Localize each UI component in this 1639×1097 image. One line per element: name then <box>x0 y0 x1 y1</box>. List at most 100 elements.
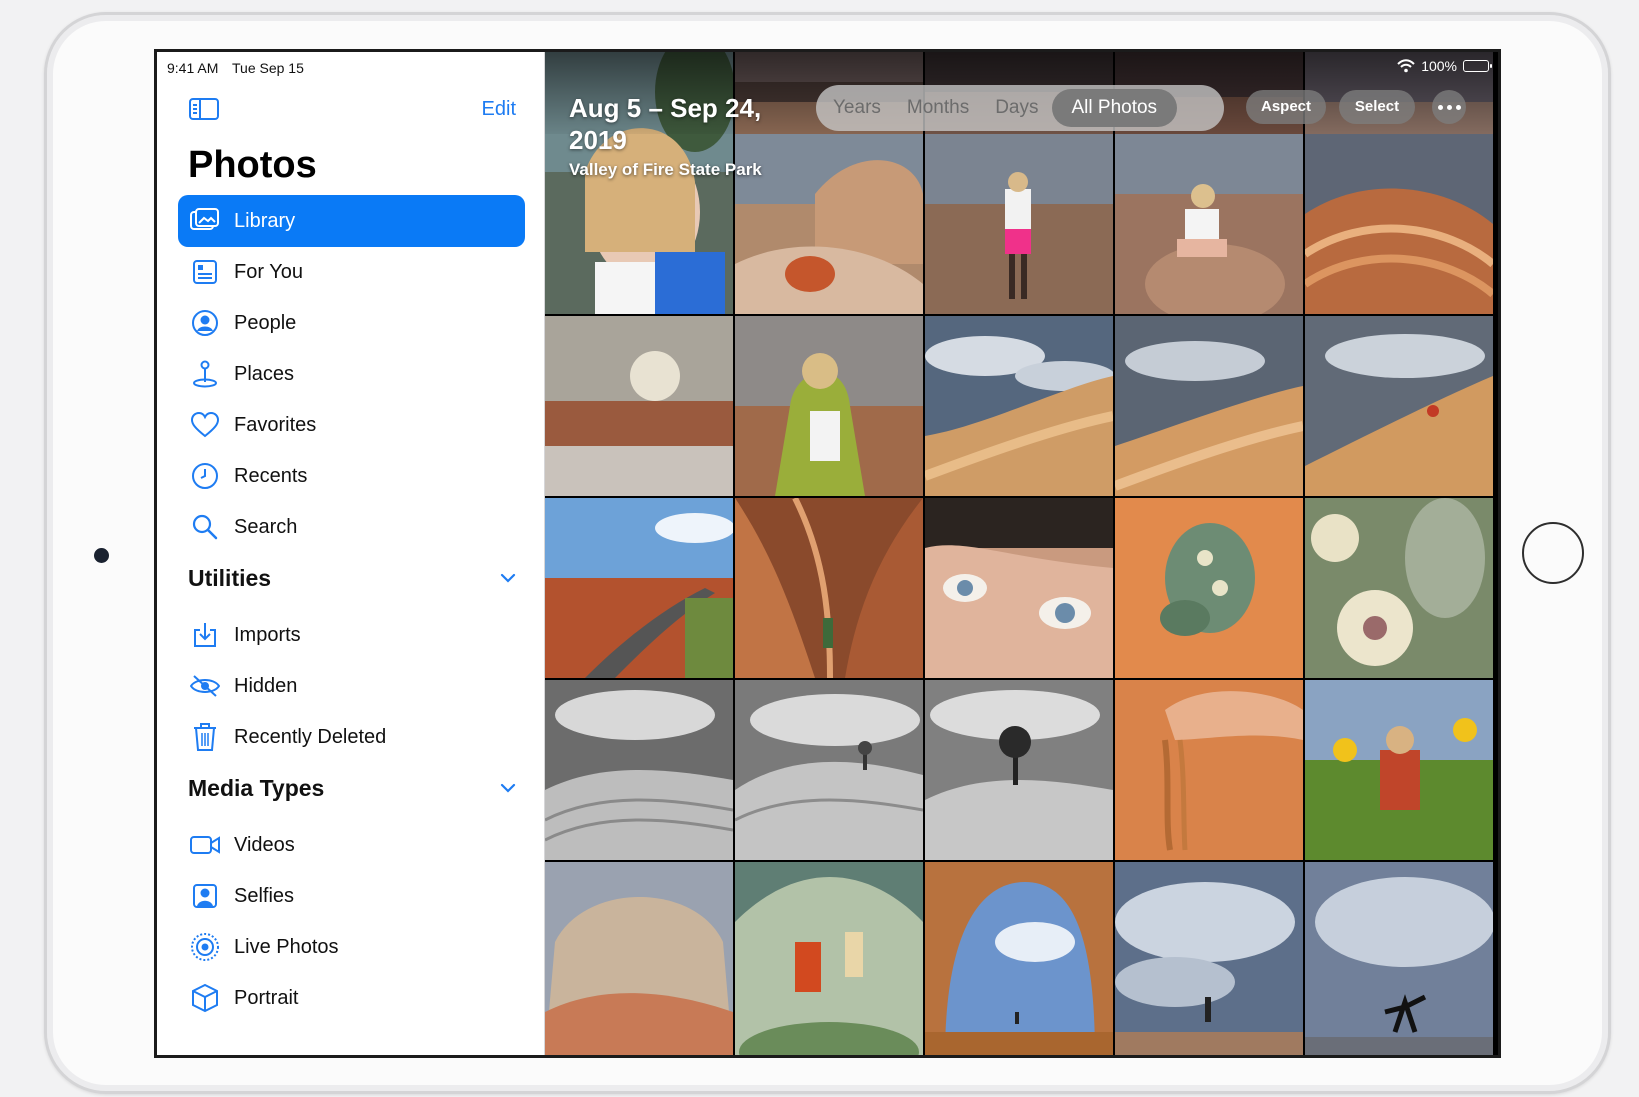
page-title: Photos <box>188 144 317 186</box>
photo-thumbnail[interactable] <box>1305 316 1493 496</box>
section-utilities[interactable]: Utilities <box>188 560 518 596</box>
sidebar-item-videos[interactable]: Videos <box>178 819 525 871</box>
sidebar-item-for-you[interactable]: For You <box>178 246 525 298</box>
tab-days[interactable]: Days <box>982 89 1051 127</box>
trash-icon <box>188 720 222 754</box>
sidebar: 9:41 AM Tue Sep 15 Edit Photos Library F… <box>157 52 545 1055</box>
photo-thumbnail[interactable] <box>545 862 733 1055</box>
chevron-down-icon <box>500 783 516 793</box>
sidebar-item-label: Recently Deleted <box>234 725 387 748</box>
photo-grid: Aug 5 – Sep 24, 2019 Valley of Fire Stat… <box>545 52 1498 1055</box>
sidebar-item-people[interactable]: People <box>178 297 525 349</box>
photo-thumbnail[interactable] <box>1115 498 1303 678</box>
video-camera-icon <box>188 828 222 862</box>
ellipsis-icon <box>1437 104 1443 110</box>
aspect-button[interactable]: Aspect <box>1246 90 1326 124</box>
sidebar-item-portrait[interactable]: Portrait <box>178 972 525 1024</box>
photo-thumbnail[interactable] <box>1305 134 1493 314</box>
photo-thumbnail[interactable] <box>925 862 1113 1055</box>
photo-thumbnail[interactable] <box>1305 862 1493 1055</box>
select-button[interactable]: Select <box>1339 90 1415 124</box>
selfie-icon <box>188 879 222 913</box>
status-bar-left: 9:41 AM Tue Sep 15 <box>167 60 314 76</box>
heart-icon <box>188 408 222 442</box>
chevron-down-icon <box>500 573 516 583</box>
sidebar-item-label: People <box>234 311 297 334</box>
photo-thumbnail[interactable] <box>735 862 923 1055</box>
sidebar-item-label: Recents <box>234 464 308 487</box>
sidebar-item-live-photos[interactable]: Live Photos <box>178 921 525 973</box>
sidebar-item-selfies[interactable]: Selfies <box>178 870 525 922</box>
photo-thumbnail[interactable] <box>735 680 923 860</box>
hidden-eye-icon <box>188 669 222 703</box>
library-icon <box>188 204 222 238</box>
for-you-icon <box>188 255 222 289</box>
sidebar-item-label: Portrait <box>234 986 299 1009</box>
sidebar-item-label: Hidden <box>234 674 298 697</box>
ellipsis-icon <box>1446 104 1452 110</box>
sidebar-item-label: For You <box>234 260 303 283</box>
sidebar-item-library[interactable]: Library <box>178 195 525 247</box>
photo-thumbnail[interactable] <box>1305 498 1493 678</box>
photo-thumbnail[interactable] <box>735 316 923 496</box>
search-icon <box>188 510 222 544</box>
status-time: 9:41 AM <box>167 60 219 76</box>
wifi-icon <box>1397 59 1415 73</box>
sidebar-toggle-icon[interactable] <box>189 98 219 120</box>
photo-thumbnail[interactable] <box>545 498 733 678</box>
photo-thumbnail[interactable] <box>735 498 923 678</box>
tab-months[interactable]: Months <box>894 89 982 127</box>
sidebar-item-recents[interactable]: Recents <box>178 450 525 502</box>
battery-percent: 100% <box>1421 58 1457 74</box>
library-location: Valley of Fire State Park <box>569 160 762 179</box>
sidebar-item-favorites[interactable]: Favorites <box>178 399 525 451</box>
photo-thumbnail[interactable] <box>545 316 733 496</box>
clock-icon <box>188 459 222 493</box>
sidebar-item-label: Videos <box>234 833 295 856</box>
photo-thumbnail[interactable] <box>735 134 923 314</box>
cube-icon <box>188 981 222 1015</box>
view-segmented-control: Years Months Days All Photos <box>816 85 1224 131</box>
library-date-range: Aug 5 – Sep 24, 2019 <box>569 93 762 155</box>
section-media-types[interactable]: Media Types <box>188 770 518 806</box>
photo-thumbnail[interactable] <box>925 134 1113 314</box>
sidebar-item-label: Favorites <box>234 413 317 436</box>
sidebar-item-places[interactable]: Places <box>178 348 525 400</box>
photo-thumbnail[interactable] <box>925 680 1113 860</box>
live-photo-icon <box>188 930 222 964</box>
sidebar-item-label: Search <box>234 515 298 538</box>
sidebar-item-label: Imports <box>234 623 301 646</box>
status-bar-right: 100% <box>1397 58 1492 74</box>
photo-thumbnail[interactable] <box>1115 316 1303 496</box>
ipad-screen: 9:41 AM Tue Sep 15 Edit Photos Library F… <box>154 49 1501 1058</box>
more-options-button[interactable] <box>1432 90 1466 124</box>
sidebar-item-label: Library <box>234 209 296 232</box>
photo-thumbnail[interactable] <box>925 316 1113 496</box>
tab-all-photos[interactable]: All Photos <box>1051 89 1178 127</box>
front-camera <box>94 548 109 563</box>
photo-thumbnail[interactable] <box>1115 680 1303 860</box>
sidebar-item-imports[interactable]: Imports <box>178 609 525 661</box>
home-button[interactable] <box>1522 522 1584 584</box>
sidebar-item-label: Live Photos <box>234 935 339 958</box>
photo-thumbnail[interactable] <box>1115 862 1303 1055</box>
photo-thumbnail[interactable] <box>1305 680 1493 860</box>
photo-thumbnail[interactable] <box>545 680 733 860</box>
sidebar-item-recently-deleted[interactable]: Recently Deleted <box>178 711 525 763</box>
edit-button[interactable]: Edit <box>482 98 516 121</box>
import-icon <box>188 618 222 652</box>
ellipsis-icon <box>1455 104 1461 110</box>
status-date: Tue Sep 15 <box>232 60 304 76</box>
people-icon <box>188 306 222 340</box>
section-title: Utilities <box>188 564 272 591</box>
photo-thumbnail[interactable] <box>925 498 1113 678</box>
section-title: Media Types <box>188 774 325 801</box>
sidebar-item-hidden[interactable]: Hidden <box>178 660 525 712</box>
sidebar-item-label: Places <box>234 362 295 385</box>
tab-years[interactable]: Years <box>820 89 894 127</box>
sidebar-item-search[interactable]: Search <box>178 501 525 553</box>
photo-thumbnail[interactable] <box>1115 134 1303 314</box>
sidebar-item-label: Selfies <box>234 884 295 907</box>
battery-icon <box>1463 60 1492 72</box>
places-icon <box>188 357 222 391</box>
